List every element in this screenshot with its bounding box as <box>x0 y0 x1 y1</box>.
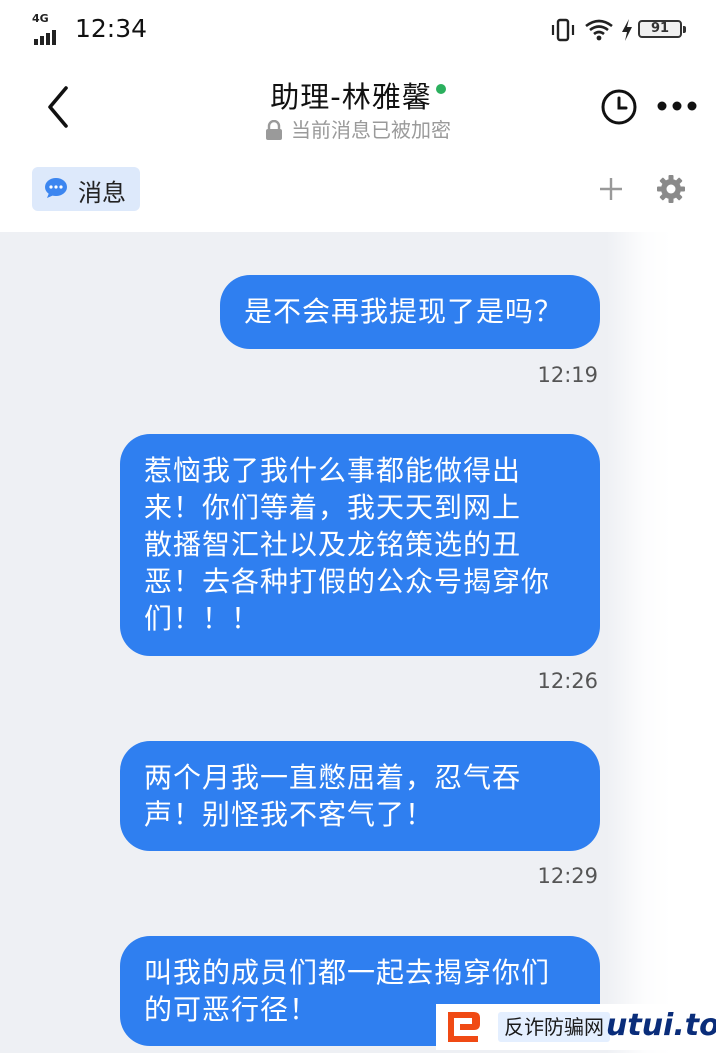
tab-bar: 消息 <box>0 154 716 232</box>
watermark-domain: utui.top <box>606 1008 716 1043</box>
online-status-dot <box>435 84 446 94</box>
lock-icon <box>266 120 282 140</box>
redaction-mask <box>606 232 716 1053</box>
signal-icon <box>34 26 58 45</box>
message-bubble[interactable]: 惹恼我了我什么事都能做得出 来！你们等着，我天天到网上 散播智汇社以及龙铭策选的… <box>120 434 600 656</box>
tab-messages-label: 消息 <box>78 179 126 207</box>
vibrate-icon <box>551 18 575 42</box>
tab-messages[interactable]: 消息 <box>32 167 140 211</box>
history-clock-button[interactable] <box>600 88 638 126</box>
message-bubble[interactable]: 是不会再我提现了是吗？ <box>220 275 600 349</box>
charging-icon <box>622 19 632 41</box>
wifi-icon <box>585 19 613 41</box>
chat-header: 助理-林雅馨 当前消息已被加密 <box>0 62 716 154</box>
message-timestamp: 12:19 <box>537 363 598 387</box>
more-options-button[interactable] <box>656 98 698 114</box>
status-time: 12:34 <box>75 14 148 43</box>
add-button[interactable] <box>598 176 624 202</box>
chat-bubble-icon <box>45 178 67 198</box>
network-type: 4G <box>32 12 49 25</box>
message-timestamp: 12:26 <box>537 669 598 693</box>
watermark-cn-text: 反诈防骗网 <box>498 1012 610 1042</box>
watermark-logo-icon <box>448 1012 480 1042</box>
message-bubble[interactable]: 两个月我一直憋屈着，忍气吞 声！别怪我不客气了！ <box>120 741 600 851</box>
site-watermark: 反诈防骗网 utui.top <box>436 1004 716 1050</box>
settings-gear-button[interactable] <box>656 174 686 204</box>
encryption-notice: 当前消息已被加密 <box>291 118 451 142</box>
message-timestamp: 12:29 <box>537 864 598 888</box>
status-bar: 4G 12:34 91 <box>0 0 716 62</box>
battery-icon: 91 <box>638 20 686 38</box>
contact-name: 助理-林雅馨 <box>270 80 432 114</box>
